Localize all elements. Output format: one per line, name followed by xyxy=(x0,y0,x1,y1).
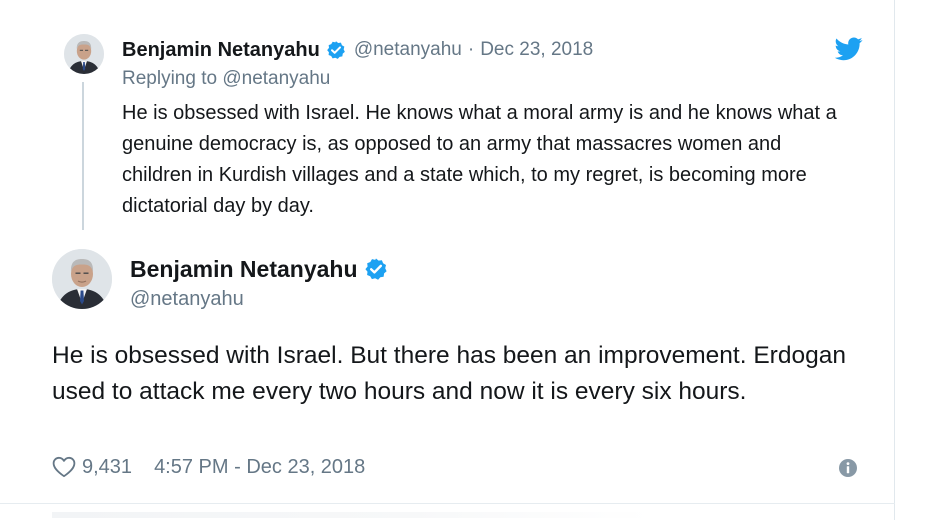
meta-separator: · xyxy=(467,39,475,60)
twitter-bird-icon[interactable] xyxy=(834,37,863,61)
main-author-name[interactable]: Benjamin Netanyahu xyxy=(130,256,358,283)
like-count[interactable]: 9,431 xyxy=(82,456,132,479)
main-author-avatar[interactable] xyxy=(52,249,112,309)
quoted-author-handle[interactable]: @netanyahu xyxy=(354,39,462,61)
verified-badge-icon xyxy=(364,257,388,281)
quoted-tweet-header: Benjamin Netanyahu @netanyahu · Dec 23, … xyxy=(122,37,593,63)
replying-to-line: Replying to @netanyahu xyxy=(122,68,330,90)
tweet-footer: 9,431 4:57 PM - Dec 23, 2018 xyxy=(52,453,365,481)
main-tweet-text: He is obsessed with Israel. But there ha… xyxy=(52,342,846,405)
thread-connector-line xyxy=(82,82,84,230)
quoted-author-name[interactable]: Benjamin Netanyahu xyxy=(122,39,320,62)
tweet-timestamp[interactable]: 4:57 PM - Dec 23, 2018 xyxy=(154,456,365,479)
quoted-tweet-text: He is obsessed with Israel. He knows wha… xyxy=(122,102,837,217)
replying-to-prefix: Replying to xyxy=(122,68,218,89)
quoted-tweet-date[interactable]: Dec 23, 2018 xyxy=(480,39,593,61)
heart-outline-icon[interactable] xyxy=(52,456,76,478)
quoted-author-avatar[interactable] xyxy=(64,34,104,74)
faint-next-row xyxy=(52,512,652,518)
tweet-card: Benjamin Netanyahu @netanyahu · Dec 23, … xyxy=(0,0,895,520)
main-tweet-header: Benjamin Netanyahu xyxy=(130,254,388,284)
replying-to-handle[interactable]: @netanyahu xyxy=(222,68,330,89)
main-author-handle[interactable]: @netanyahu xyxy=(130,288,244,311)
card-bottom-divider xyxy=(0,503,895,504)
verified-badge-icon xyxy=(326,40,346,60)
info-circle-icon[interactable] xyxy=(838,458,858,478)
